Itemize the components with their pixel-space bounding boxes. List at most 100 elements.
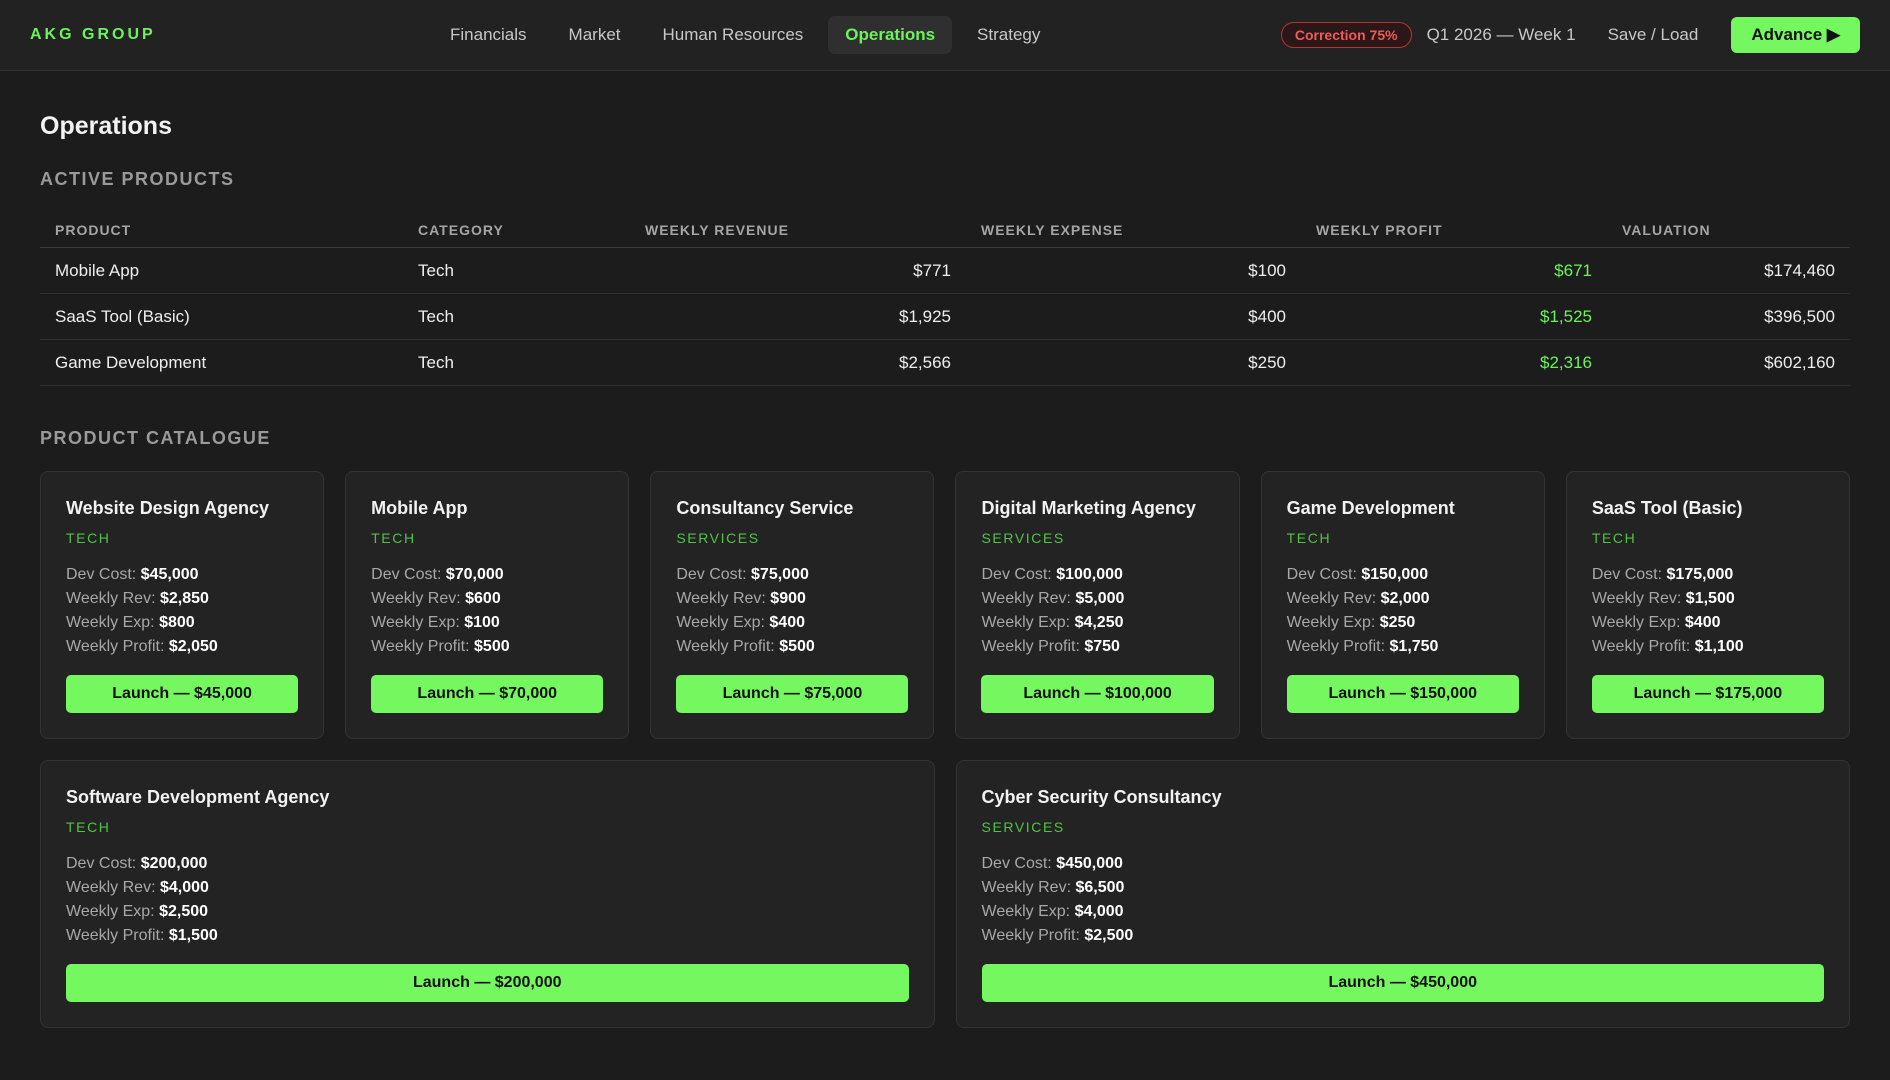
product-card-saas-tool-basic: SaaS Tool (Basic) TECH Dev Cost: $175,00…	[1565, 471, 1850, 739]
cell-revenue: $2,566	[630, 339, 966, 386]
catalogue-grid-row-2: Software Development Agency TECH Dev Cos…	[40, 760, 1850, 1028]
stat-weekly-rev: Weekly Rev: $1,500	[1591, 590, 1735, 607]
launch-button[interactable]: Launch — $45,000	[66, 675, 299, 713]
launch-button[interactable]: Launch — $200,000	[66, 964, 909, 1002]
stat-weekly-exp: Weekly Exp: $4,250	[981, 614, 1124, 631]
card-category: TECH	[1591, 530, 1637, 546]
table-row: SaaS Tool (Basic) Tech $1,925 $400 $1,52…	[40, 293, 1850, 340]
col-product: PRODUCT	[40, 212, 403, 248]
page-title: Operations	[40, 112, 172, 140]
card-title: Website Design Agency	[66, 498, 270, 518]
stat-weekly-rev: Weekly Rev: $2,850	[66, 590, 209, 607]
stat-weekly-profit: Weekly Profit: $1,100	[1591, 638, 1744, 655]
main-nav: Financials Market Human Resources Operat…	[433, 16, 1057, 54]
cell-profit: $2,316	[1301, 339, 1607, 386]
card-title: Mobile App	[371, 498, 468, 518]
card-category: TECH	[66, 530, 111, 546]
stat-dev-cost: Dev Cost: $70,000	[371, 566, 504, 583]
stat-weekly-exp: Weekly Exp: $400	[1591, 614, 1721, 631]
cell-product: Game Development	[40, 339, 403, 386]
product-card-mobile-app: Mobile App TECH Dev Cost: $70,000 Weekly…	[345, 471, 630, 739]
launch-button[interactable]: Launch — $150,000	[1286, 675, 1519, 713]
cell-valuation: $602,160	[1607, 339, 1850, 386]
card-category: SERVICES	[676, 530, 760, 546]
stat-weekly-profit: Weekly Profit: $500	[371, 638, 510, 655]
brand-logo[interactable]: AKG GROUP	[30, 26, 390, 44]
cell-expense: $400	[966, 293, 1301, 340]
card-title: SaaS Tool (Basic)	[1591, 498, 1743, 518]
stat-weekly-exp: Weekly Exp: $2,500	[66, 903, 209, 920]
stat-weekly-rev: Weekly Rev: $6,500	[981, 879, 1125, 896]
stat-weekly-profit: Weekly Profit: $2,500	[981, 927, 1134, 944]
stat-weekly-rev: Weekly Rev: $4,000	[66, 879, 209, 896]
card-category: TECH	[1286, 530, 1332, 546]
stat-weekly-profit: Weekly Profit: $2,050	[66, 638, 218, 655]
stat-weekly-exp: Weekly Exp: $800	[66, 614, 195, 631]
product-card-cyber-security-consultancy: Cyber Security Consultancy SERVICES Dev …	[955, 760, 1850, 1028]
save-load-link[interactable]: Save / Load	[1608, 25, 1699, 45]
product-card-digital-marketing-agency: Digital Marketing Agency SERVICES Dev Co…	[955, 471, 1240, 739]
advance-button[interactable]: Advance ▶	[1731, 17, 1860, 53]
col-category: CATEGORY	[403, 212, 630, 248]
card-title: Consultancy Service	[676, 498, 854, 518]
cell-expense: $100	[966, 247, 1301, 294]
card-category: SERVICES	[981, 819, 1065, 835]
active-products-heading: ACTIVE PRODUCTS	[40, 169, 235, 189]
cell-product: Mobile App	[40, 247, 403, 294]
col-valuation: VALUATION	[1607, 212, 1850, 248]
stat-dev-cost: Dev Cost: $450,000	[981, 855, 1123, 872]
product-card-consultancy-service: Consultancy Service SERVICES Dev Cost: $…	[650, 471, 935, 739]
cell-valuation: $396,500	[1607, 293, 1850, 340]
stat-weekly-exp: Weekly Exp: $400	[676, 614, 805, 631]
catalogue-grid-row-1: Website Design Agency TECH Dev Cost: $45…	[40, 471, 1850, 739]
active-products-table: PRODUCT CATEGORY WEEKLY REVENUE WEEKLY E…	[40, 212, 1850, 386]
nav-market[interactable]: Market	[552, 16, 638, 54]
launch-button[interactable]: Launch — $75,000	[676, 675, 909, 713]
card-category: TECH	[66, 819, 111, 835]
nav-human-resources[interactable]: Human Resources	[646, 16, 821, 54]
stat-weekly-profit: Weekly Profit: $1,750	[1286, 638, 1439, 655]
nav-financials[interactable]: Financials	[433, 16, 544, 54]
cell-product: SaaS Tool (Basic)	[40, 293, 403, 340]
stat-dev-cost: Dev Cost: $100,000	[981, 566, 1123, 583]
card-category: TECH	[371, 530, 416, 546]
stat-weekly-rev: Weekly Rev: $2,000	[1286, 590, 1430, 607]
stat-weekly-rev: Weekly Rev: $900	[676, 590, 806, 607]
launch-button[interactable]: Launch — $175,000	[1591, 675, 1824, 713]
cell-revenue: $1,925	[630, 293, 966, 340]
correction-badge: Correction 75%	[1280, 22, 1412, 48]
card-title: Game Development	[1286, 498, 1455, 518]
col-weekly-revenue: WEEKLY REVENUE	[630, 212, 966, 248]
launch-button[interactable]: Launch — $450,000	[981, 964, 1824, 1002]
stat-weekly-profit: Weekly Profit: $500	[676, 638, 815, 655]
nav-strategy[interactable]: Strategy	[960, 16, 1057, 54]
product-card-software-development-agency: Software Development Agency TECH Dev Cos…	[40, 760, 935, 1028]
card-title: Digital Marketing Agency	[981, 498, 1196, 518]
nav-operations[interactable]: Operations	[828, 16, 953, 54]
stat-dev-cost: Dev Cost: $175,000	[1591, 566, 1734, 583]
cell-expense: $250	[966, 339, 1301, 386]
stat-weekly-profit: Weekly Profit: $1,500	[66, 927, 218, 944]
card-title: Cyber Security Consultancy	[981, 787, 1222, 807]
product-card-game-development: Game Development TECH Dev Cost: $150,000…	[1260, 471, 1545, 739]
stat-dev-cost: Dev Cost: $75,000	[676, 566, 809, 583]
stat-weekly-exp: Weekly Exp: $100	[371, 614, 500, 631]
stat-dev-cost: Dev Cost: $45,000	[66, 566, 199, 583]
product-card-website-design-agency: Website Design Agency TECH Dev Cost: $45…	[40, 471, 325, 739]
table-row: Game Development Tech $2,566 $250 $2,316…	[40, 339, 1850, 386]
stat-weekly-rev: Weekly Rev: $5,000	[981, 590, 1125, 607]
stat-weekly-exp: Weekly Exp: $250	[1286, 614, 1416, 631]
product-catalogue-heading: PRODUCT CATALOGUE	[40, 428, 271, 448]
cell-profit: $671	[1301, 247, 1607, 294]
cell-revenue: $771	[630, 247, 966, 294]
card-title: Software Development Agency	[66, 787, 330, 807]
table-row: Mobile App Tech $771 $100 $671 $174,460	[40, 247, 1850, 294]
launch-button[interactable]: Launch — $100,000	[981, 675, 1214, 713]
main-content: Operations ACTIVE PRODUCTS PRODUCT CATEG…	[0, 112, 1890, 1028]
stat-weekly-profit: Weekly Profit: $750	[981, 638, 1120, 655]
cell-category: Tech	[403, 293, 630, 340]
cell-category: Tech	[403, 339, 630, 386]
stat-dev-cost: Dev Cost: $150,000	[1286, 566, 1429, 583]
stat-weekly-rev: Weekly Rev: $600	[371, 590, 501, 607]
launch-button[interactable]: Launch — $70,000	[371, 675, 604, 713]
